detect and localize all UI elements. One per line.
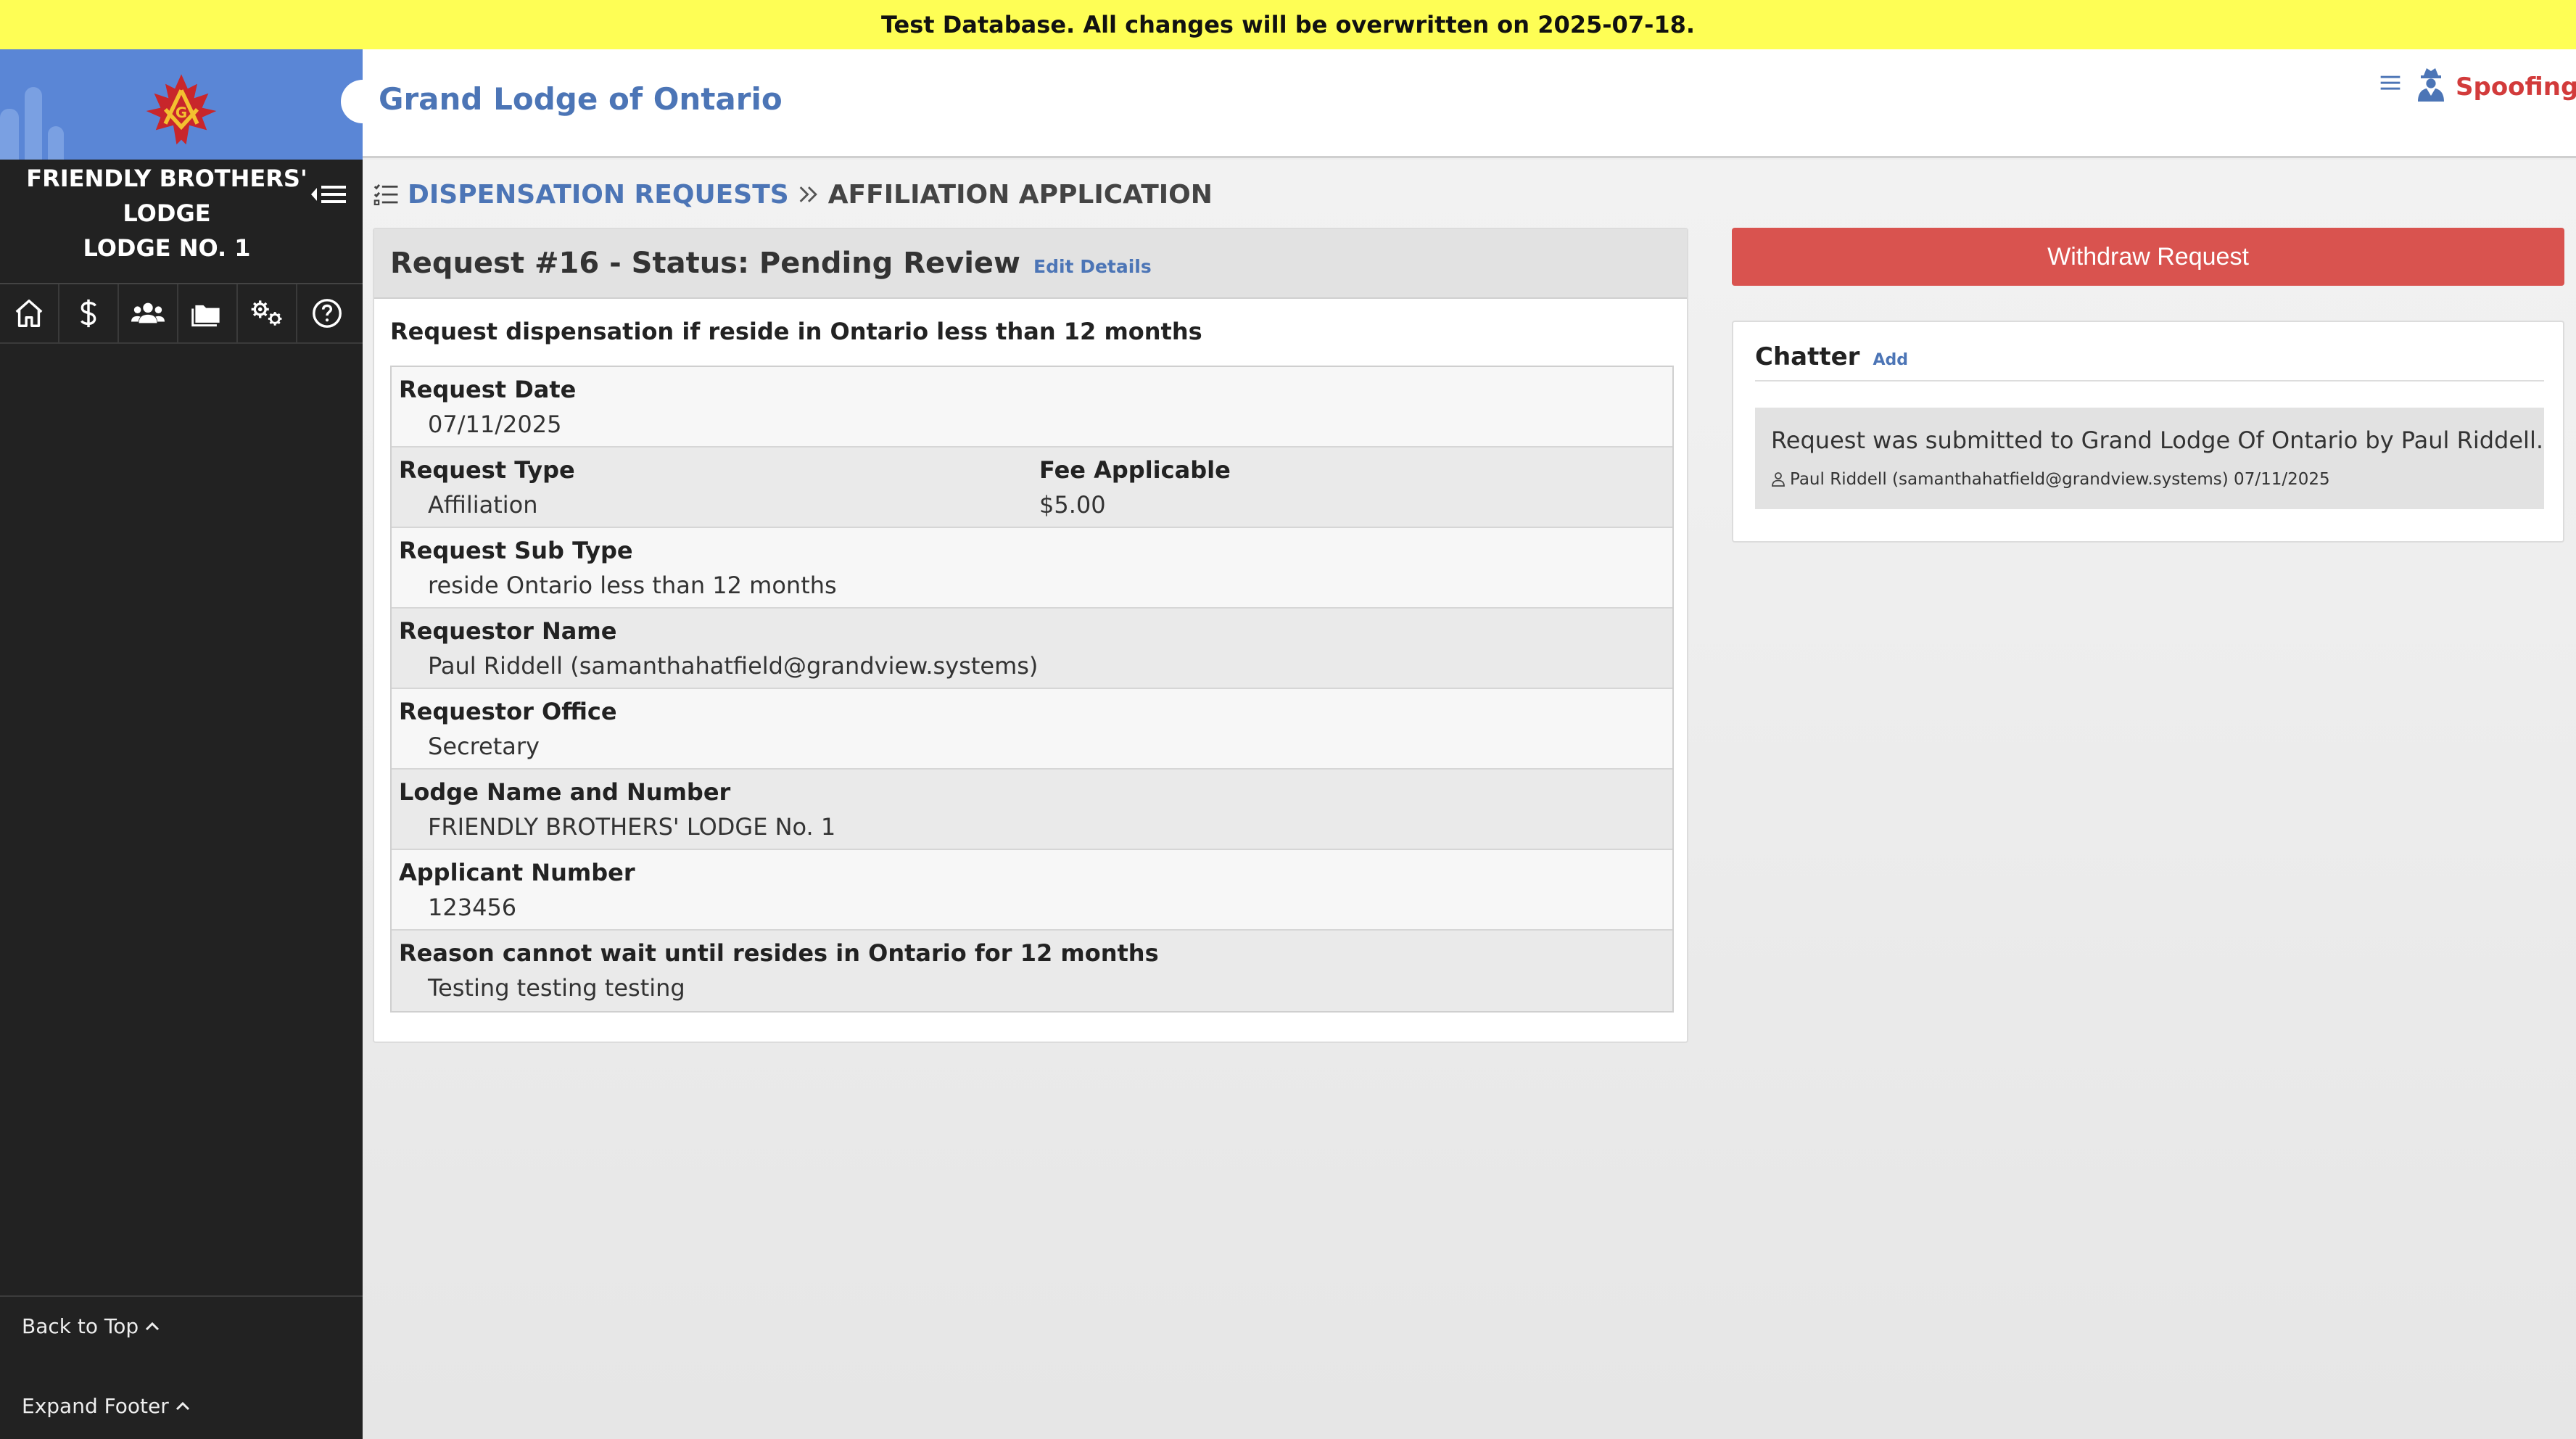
members-icon <box>131 302 165 323</box>
collapse-sidebar-button[interactable] <box>308 178 352 210</box>
breadcrumb: DISPENSATION REQUESTS AFFILIATION APPLIC… <box>373 176 1213 213</box>
double-chevron-right-icon <box>799 186 817 202</box>
user-icon <box>1772 472 1785 487</box>
field-label: Reason cannot wait until resides in Onta… <box>399 939 1159 967</box>
field-label: Fee Applicable <box>1039 456 1231 484</box>
field-value: Affiliation <box>428 491 538 519</box>
chatter-title: Chatter <box>1755 342 1860 371</box>
folder-icon <box>191 305 220 327</box>
field-value: Testing testing testing <box>428 974 685 1002</box>
back-to-top-label: Back to Top <box>22 1314 139 1338</box>
field-row-requestor-name: Requestor Name Paul Riddell (samanthahat… <box>392 609 1672 689</box>
request-fields-table: Request Date 07/11/2025 Request Type Aff… <box>390 366 1674 1013</box>
decorative-bar <box>25 87 42 160</box>
dollar-icon <box>80 299 97 328</box>
lodge-name-line: LODGE <box>123 199 211 227</box>
hamburger-icon <box>2380 75 2400 90</box>
organization-title[interactable]: Grand Lodge of Ontario <box>379 81 783 117</box>
field-label: Requestor Office <box>399 698 617 725</box>
sidebar-nav <box>0 284 363 344</box>
request-card-header: Request #16 - Status: Pending Review Edi… <box>374 229 1687 299</box>
field-value: reside Ontario less than 12 months <box>428 572 837 599</box>
request-title: Request #16 - Status: Pending Review <box>390 247 1021 280</box>
field-row-request-date: Request Date 07/11/2025 <box>392 367 1672 448</box>
chatter-header: Chatter Add <box>1755 342 2544 382</box>
field-row-request-type: Request Type Affiliation Fee Applicable … <box>392 448 1672 528</box>
chatter-message-text: Request was submitted to Grand Lodge Of … <box>1771 426 2543 454</box>
lodge-name-line: FRIENDLY BROTHERS' <box>26 165 307 192</box>
collapse-menu-icon <box>311 186 346 203</box>
field-label: Request Date <box>399 376 577 403</box>
field-label: Requestor Name <box>399 617 617 645</box>
nav-help[interactable] <box>297 284 357 342</box>
chatter-message: Request was submitted to Grand Lodge Of … <box>1755 408 2544 509</box>
chevron-up-icon <box>146 1322 160 1330</box>
field-row-requestor-office: Requestor Office Secretary <box>392 689 1672 770</box>
expand-footer-link[interactable]: Expand Footer <box>22 1394 191 1418</box>
field-value: 123456 <box>428 894 517 921</box>
request-description: Request dispensation if reside in Ontari… <box>390 318 1202 345</box>
nav-finance[interactable] <box>59 284 119 342</box>
spoofing-link[interactable]: Spoofing <box>2456 73 2576 102</box>
field-value: FRIENDLY BROTHERS' LODGE No. 1 <box>428 813 836 841</box>
sidebar: G FRIENDLY BROTHERS' LODGE LODGE NO. 1 B… <box>0 49 363 1439</box>
back-to-top-link[interactable]: Back to Top <box>22 1314 160 1338</box>
grand-lodge-logo[interactable]: G <box>141 71 221 151</box>
field-value: Secretary <box>428 733 540 760</box>
edit-details-link[interactable]: Edit Details <box>1033 256 1152 277</box>
field-value: 07/11/2025 <box>428 411 562 438</box>
settings-icon <box>251 300 282 326</box>
field-value: $5.00 <box>1039 491 1106 519</box>
help-icon <box>313 299 342 328</box>
banner-text: Test Database. All changes will be overw… <box>880 11 1696 38</box>
header-menu-button[interactable] <box>2379 71 2402 97</box>
test-database-banner: Test Database. All changes will be overw… <box>0 0 2576 49</box>
field-value: Paul Riddell (samanthahatfield@grandview… <box>428 652 1039 680</box>
field-label: Request Sub Type <box>399 537 633 564</box>
field-row-request-sub-type: Request Sub Type reside Ontario less tha… <box>392 528 1672 609</box>
sidebar-logo-area: G <box>0 49 363 160</box>
sidebar-toggle-knob[interactable] <box>341 80 384 123</box>
withdraw-request-button[interactable]: Withdraw Request <box>1732 228 2564 286</box>
expand-footer-label: Expand Footer <box>22 1394 169 1418</box>
decorative-bar <box>0 109 19 160</box>
breadcrumb-dispensation-requests[interactable]: DISPENSATION REQUESTS <box>408 180 789 210</box>
chatter-message-author: Paul Riddell (samanthahatfield@grandview… <box>1790 470 2330 489</box>
lodge-name: FRIENDLY BROTHERS' LODGE LODGE NO. 1 <box>0 160 334 262</box>
lodge-name-line: LODGE NO. 1 <box>83 234 251 262</box>
nav-settings[interactable] <box>238 284 297 342</box>
field-row-reason: Reason cannot wait until resides in Onta… <box>392 931 1672 1011</box>
field-label: Lodge Name and Number <box>399 778 731 806</box>
decorative-bar <box>48 126 64 160</box>
spoof-user-icon <box>2414 65 2448 106</box>
chatter-add-link[interactable]: Add <box>1873 351 1908 369</box>
field-label: Request Type <box>399 456 575 484</box>
chatter-message-meta: Paul Riddell (samanthahatfield@grandview… <box>1771 470 2330 489</box>
field-label: Applicant Number <box>399 859 635 886</box>
field-row-lodge-name: Lodge Name and Number FRIENDLY BROTHERS'… <box>392 770 1672 850</box>
svg-text:G: G <box>176 104 187 121</box>
divider <box>0 1295 363 1297</box>
breadcrumb-affiliation-application: AFFILIATION APPLICATION <box>827 179 1213 210</box>
request-details-card: Request #16 - Status: Pending Review Edi… <box>373 228 1688 1043</box>
task-list-icon <box>373 184 398 205</box>
field-row-applicant-number: Applicant Number 123456 <box>392 850 1672 931</box>
nav-documents[interactable] <box>178 284 238 342</box>
nav-members[interactable] <box>119 284 178 342</box>
home-icon <box>15 300 43 327</box>
chevron-up-icon <box>176 1401 189 1410</box>
chatter-panel: Chatter Add Request was submitted to Gra… <box>1732 321 2564 543</box>
nav-home[interactable] <box>0 284 59 342</box>
